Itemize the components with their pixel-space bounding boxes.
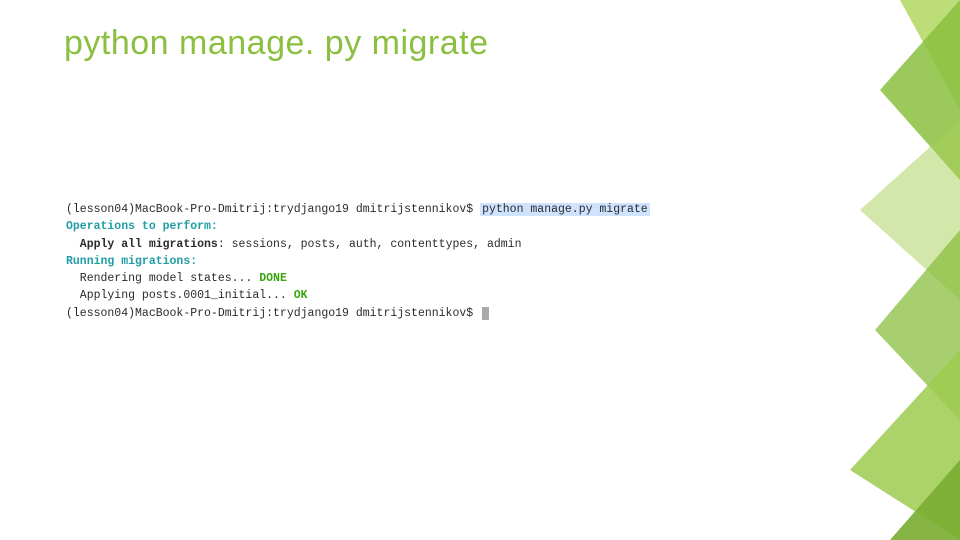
terminal-line-operations-header: Operations to perform: — [66, 218, 866, 235]
terminal-line-apply-all: Apply all migrations: sessions, posts, a… — [66, 236, 866, 253]
terminal-output: (lesson04)MacBook-Pro-Dmitrij:trydjango1… — [66, 201, 866, 322]
applying-prefix: Applying posts.0001_initial... — [66, 289, 294, 302]
rendering-prefix: Rendering model states... — [66, 272, 259, 285]
slide-body: python manage. py migrate (lesson04)MacB… — [0, 0, 960, 540]
rendering-status: DONE — [259, 272, 287, 285]
slide-title: python manage. py migrate — [64, 24, 920, 63]
terminal-line-running-header: Running migrations: — [66, 253, 866, 270]
cursor-icon — [482, 307, 489, 320]
terminal-line-rendering: Rendering model states... DONE — [66, 270, 866, 287]
terminal-line-applying: Applying posts.0001_initial... OK — [66, 287, 866, 304]
terminal-line-prompt1: (lesson04)MacBook-Pro-Dmitrij:trydjango1… — [66, 201, 866, 218]
prompt1-command: python manage.py migrate — [480, 203, 650, 216]
applying-status: OK — [294, 289, 308, 302]
terminal-line-prompt2: (lesson04)MacBook-Pro-Dmitrij:trydjango1… — [66, 305, 866, 322]
apply-all-list: : sessions, posts, auth, contenttypes, a… — [218, 238, 522, 251]
prompt2-prefix: (lesson04)MacBook-Pro-Dmitrij:trydjango1… — [66, 307, 480, 320]
apply-all-label: Apply all migrations — [66, 238, 218, 251]
prompt1-prefix: (lesson04)MacBook-Pro-Dmitrij:trydjango1… — [66, 203, 480, 216]
